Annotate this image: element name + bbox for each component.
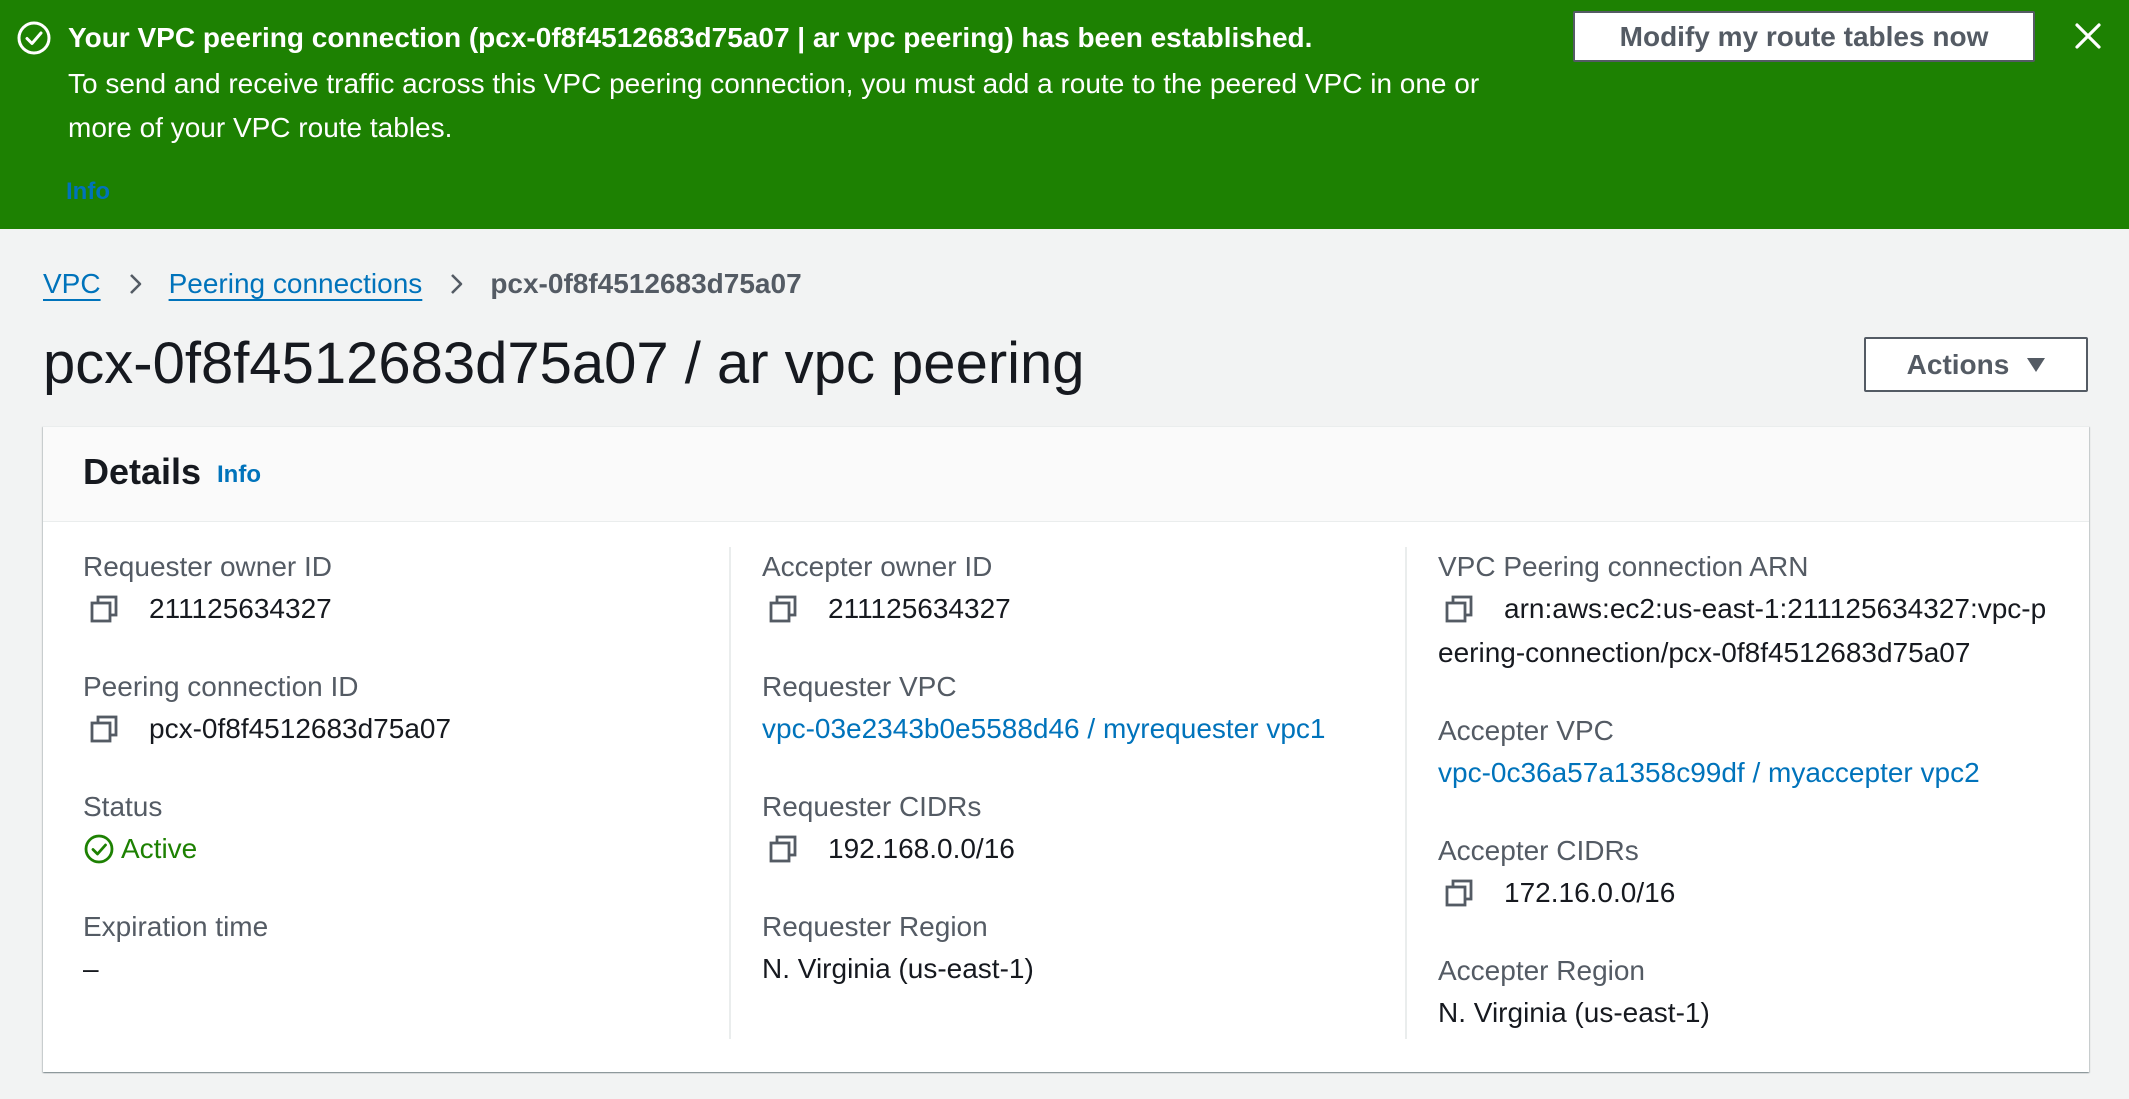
field-value: 172.16.0.0/16 (1504, 877, 1676, 908)
requester-vpc-field: Requester VPC vpc-03e2343b0e5588d46 / my… (762, 667, 1326, 751)
peering-arn-field: VPC Peering connection ARN arn:aws:ec2:u… (1438, 547, 2058, 675)
field-value: N. Virginia (us-east-1) (1438, 997, 1710, 1028)
requester-cidrs-field: Requester CIDRs 192.168.0.0/16 (762, 787, 1015, 871)
details-info-link[interactable]: Info (217, 461, 261, 489)
flash-title: Your VPC peering connection (pcx-0f8f451… (68, 22, 1313, 53)
field-label: Accepter VPC (1438, 715, 1614, 746)
breadcrumb-vpc[interactable]: VPC (43, 268, 101, 300)
status-field: Status Active (83, 787, 197, 871)
accepter-region-field: Accepter Region N. Virginia (us-east-1) (1438, 951, 1710, 1035)
success-check-icon (17, 21, 51, 55)
modify-route-tables-button[interactable]: Modify my route tables now (1573, 11, 2035, 62)
copy-icon[interactable] (89, 714, 119, 744)
field-value: – (83, 953, 99, 984)
field-label: Requester VPC (762, 671, 957, 702)
details-panel-header: Details Info (43, 427, 2089, 522)
field-value: N. Virginia (us-east-1) (762, 953, 1034, 984)
requester-owner-id-field: Requester owner ID 211125634327 (83, 547, 332, 631)
success-flash-banner: Your VPC peering connection (pcx-0f8f451… (0, 0, 2129, 229)
breadcrumb-peering-connections[interactable]: Peering connections (169, 268, 423, 300)
field-label: VPC Peering connection ARN (1438, 551, 1809, 582)
requester-region-field: Requester Region N. Virginia (us-east-1) (762, 907, 1034, 991)
field-value: 211125634327 (828, 593, 1011, 624)
column-divider (1405, 547, 1407, 1039)
field-label: Requester Region (762, 911, 988, 942)
peering-connection-id-field: Peering connection ID pcx-0f8f4512683d75… (83, 667, 451, 751)
flash-message: To send and receive traffic across this … (68, 68, 1480, 143)
accepter-cidrs-field: Accepter CIDRs 172.16.0.0/16 (1438, 831, 1675, 915)
chevron-right-icon (451, 274, 463, 294)
copy-icon[interactable] (1444, 594, 1474, 624)
details-title: Details (83, 451, 202, 492)
field-label: Peering connection ID (83, 671, 359, 702)
caret-down-icon (2027, 357, 2046, 372)
field-label: Status (83, 791, 163, 822)
expiration-time-field: Expiration time – (83, 907, 268, 991)
field-label: Accepter CIDRs (1438, 835, 1639, 866)
copy-icon[interactable] (89, 594, 119, 624)
page-title: pcx-0f8f4512683d75a07 / ar vpc peering (43, 331, 1085, 396)
accepter-vpc-link[interactable]: vpc-0c36a57a1358c99df / myaccepter vpc2 (1438, 751, 1980, 795)
field-label: Accepter owner ID (762, 551, 993, 582)
close-icon[interactable] (2070, 18, 2106, 54)
chevron-right-icon (129, 274, 141, 294)
copy-icon[interactable] (768, 834, 798, 864)
column-divider (729, 547, 731, 1039)
requester-vpc-link[interactable]: vpc-03e2343b0e5588d46 / myrequester vpc1 (762, 707, 1326, 751)
breadcrumb: VPC Peering connections pcx-0f8f4512683d… (43, 262, 802, 306)
field-label: Requester CIDRs (762, 791, 982, 822)
accepter-owner-id-field: Accepter owner ID 211125634327 (762, 547, 1011, 631)
field-value: 192.168.0.0/16 (828, 833, 1015, 864)
breadcrumb-current: pcx-0f8f4512683d75a07 (490, 268, 802, 299)
accepter-vpc-field: Accepter VPC vpc-0c36a57a1358c99df / mya… (1438, 711, 1980, 795)
actions-button-label: Actions (1906, 348, 2010, 380)
details-panel: Details Info Requester owner ID 21112563… (43, 426, 2089, 1072)
field-value: arn:aws:ec2:us-east-1:211125634327:vpc-p… (1438, 593, 2047, 668)
field-value: 211125634327 (149, 593, 332, 624)
copy-icon[interactable] (768, 594, 798, 624)
status-indicator: Active (83, 827, 197, 871)
field-label: Expiration time (83, 911, 269, 942)
field-value: pcx-0f8f4512683d75a07 (149, 713, 452, 744)
actions-dropdown-button[interactable]: Actions (1864, 337, 2088, 392)
status-value: Active (121, 833, 198, 864)
copy-icon[interactable] (1444, 878, 1474, 908)
flash-info-link[interactable]: Info (66, 178, 110, 206)
field-label: Requester owner ID (83, 551, 333, 582)
field-label: Accepter Region (1438, 955, 1646, 986)
status-success-icon (84, 834, 114, 864)
